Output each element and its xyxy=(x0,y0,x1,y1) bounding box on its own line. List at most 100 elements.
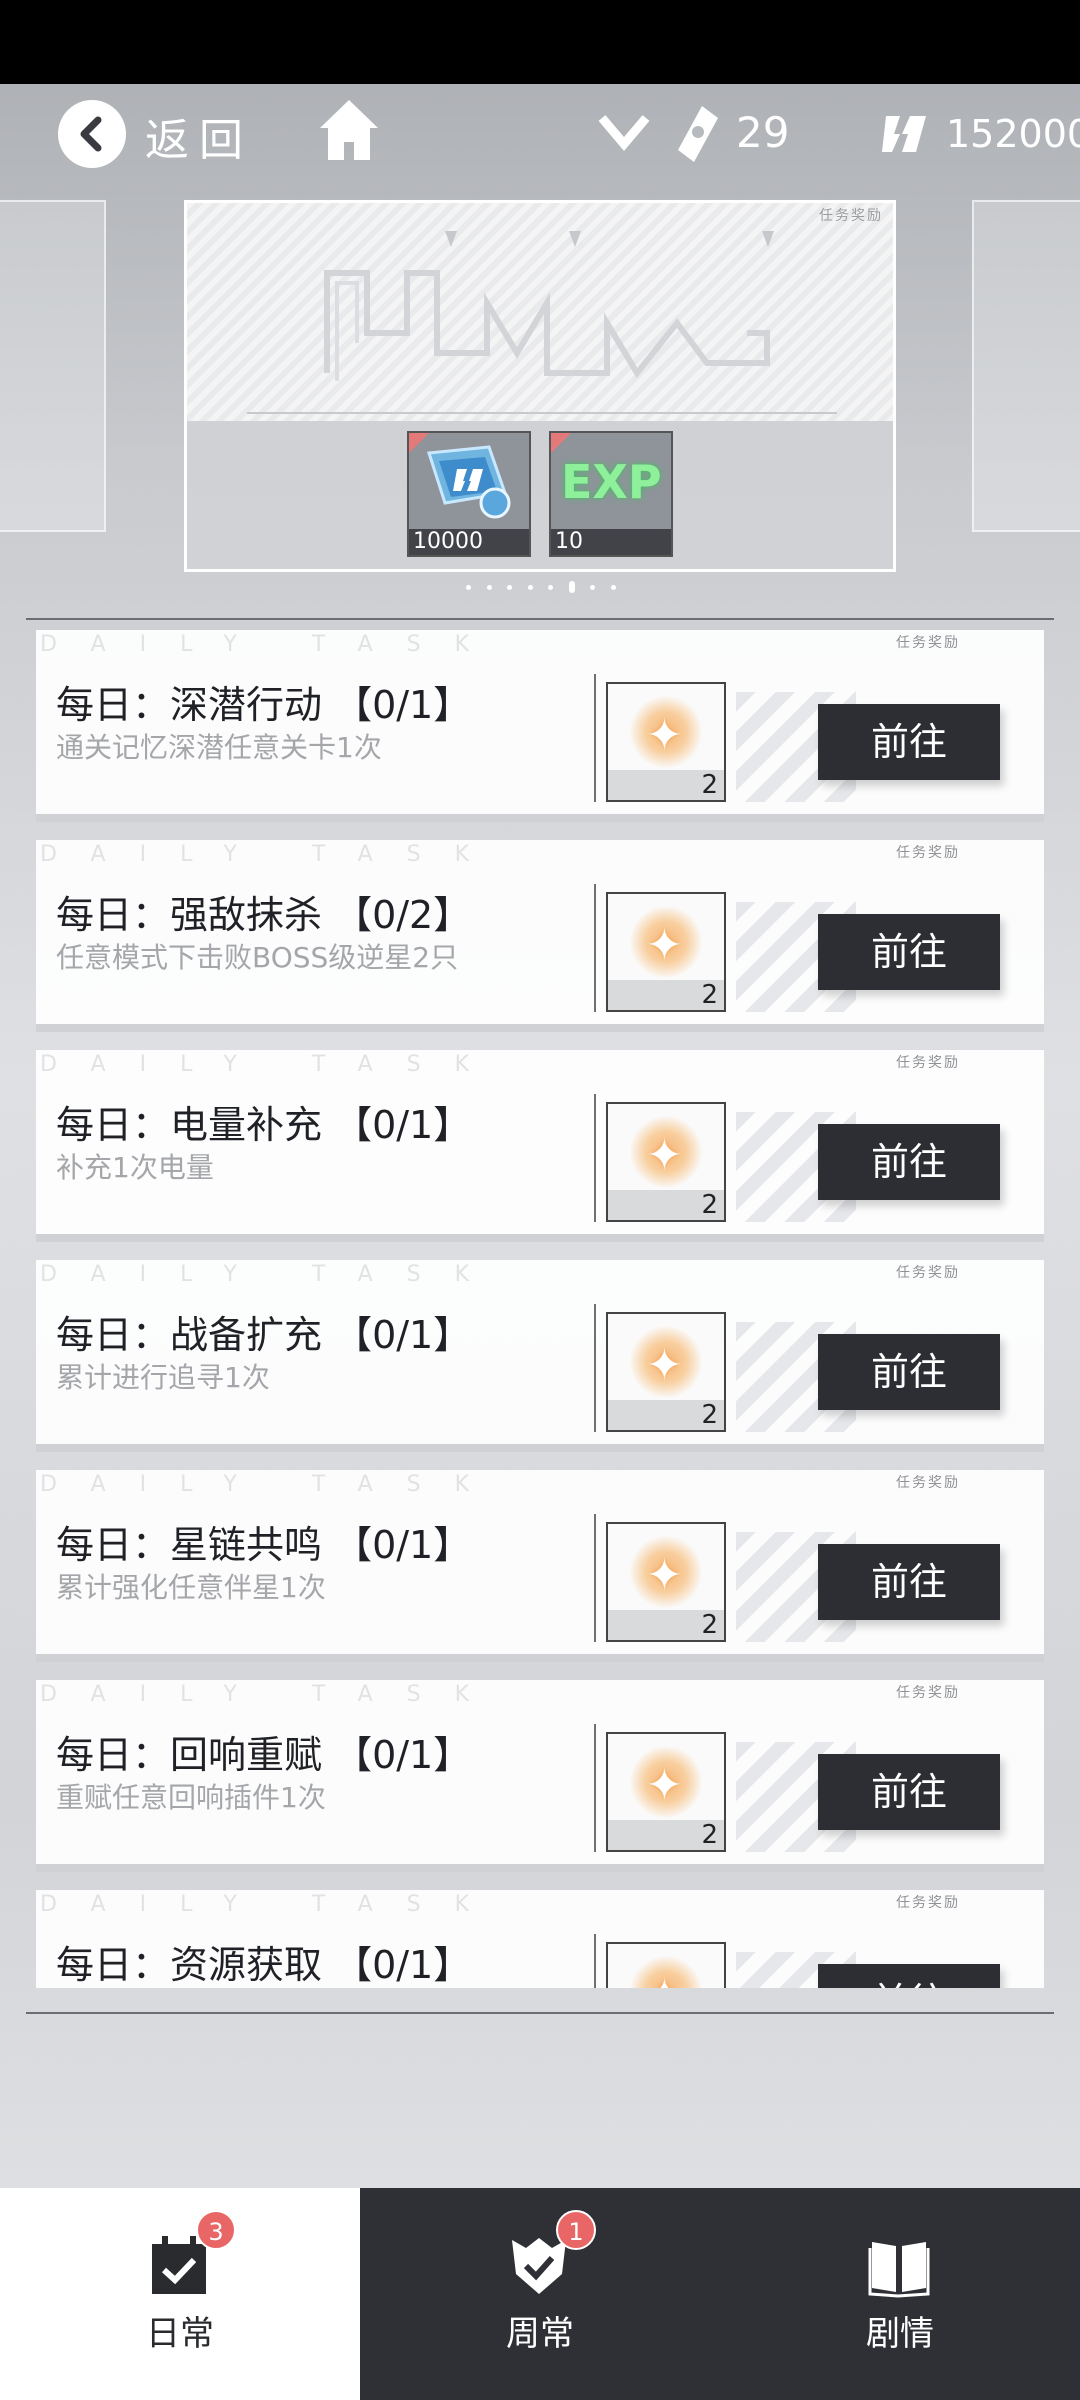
coin-count: 152000 xyxy=(946,112,1080,156)
reward-coin[interactable]: 10000 xyxy=(407,431,531,557)
task-divider xyxy=(594,1724,596,1852)
task-card: DAILY TASK 任务奖励 每日：战备扩充 【0/1】 累计进行追寻1次 ✦… xyxy=(36,1260,1044,1452)
task-card: DAILY TASK 任务奖励 每日：资源获取 【0/1】 ✦ 前往 xyxy=(36,1890,1044,1988)
reward-qty: 2 xyxy=(608,1820,724,1850)
task-title: 每日：资源获取 【0/1】 xyxy=(56,1943,472,1987)
tab-weekly[interactable]: 1 周常 xyxy=(360,2188,720,2400)
back-button[interactable] xyxy=(58,100,126,168)
task-reward-header: 任务奖励 xyxy=(896,1475,960,1491)
task-title: 每日：强敌抹杀 【0/2】 xyxy=(56,893,472,937)
reward-qty: 2 xyxy=(608,1190,724,1220)
go-button[interactable]: 前往 xyxy=(818,1544,1000,1620)
daily-task-watermark: DAILY TASK xyxy=(40,632,504,657)
status-bar xyxy=(0,0,1080,84)
go-button[interactable]: 前往 xyxy=(818,1754,1000,1830)
task-description: 任意模式下击败BOSS级逆星2只 xyxy=(56,941,459,974)
task-divider xyxy=(594,674,596,802)
tab-badge: 1 xyxy=(556,2210,596,2250)
task-card: DAILY TASK 任务奖励 每日：电量补充 【0/1】 补充1次电量 ✦ 2… xyxy=(36,1050,1044,1242)
side-card-previous[interactable] xyxy=(0,200,106,532)
task-description: 通关记忆深潜任意关卡1次 xyxy=(56,731,382,764)
corner-marker xyxy=(409,433,429,453)
task-reward-item[interactable]: ✦ 2 xyxy=(606,1102,726,1222)
task-list[interactable]: DAILY TASK 任务奖励 每日：深潜行动 【0/1】 通关记忆深潜任意关卡… xyxy=(36,630,1044,1988)
sparkle-icon: ✦ xyxy=(646,1760,683,1811)
tab-daily[interactable]: 3 日常 xyxy=(0,2188,360,2400)
task-reward-item[interactable]: ✦ 2 xyxy=(606,892,726,1012)
daily-task-watermark: DAILY TASK xyxy=(40,842,504,867)
pager-dot[interactable] xyxy=(610,584,616,590)
tab-label: 日常 xyxy=(146,2314,214,2354)
task-card: DAILY TASK 任务奖励 每日：星链共鸣 【0/1】 累计强化任意伴星1次… xyxy=(36,1470,1044,1662)
go-button[interactable]: 前往 xyxy=(818,1124,1000,1200)
task-reward-item[interactable]: ✦ xyxy=(606,1942,726,1988)
tab-label: 周常 xyxy=(506,2314,574,2354)
task-card: DAILY TASK 任务奖励 每日：深潜行动 【0/1】 通关记忆深潜任意关卡… xyxy=(36,630,1044,822)
sparkle-icon: ✦ xyxy=(646,1340,683,1391)
top-bar: 返回 29 152000 xyxy=(0,84,1080,188)
reward-exp[interactable]: EXP 10 xyxy=(549,431,673,557)
reward-qty: 2 xyxy=(608,770,724,800)
task-reward-item[interactable]: ✦ 2 xyxy=(606,1522,726,1642)
task-reward-header: 任务奖励 xyxy=(896,1265,960,1281)
tab-label: 剧情 xyxy=(866,2314,934,2354)
chevron-left-icon xyxy=(80,116,102,152)
task-divider xyxy=(594,1934,596,1988)
exp-icon: EXP xyxy=(561,455,662,509)
reward-banner[interactable]: 任务奖励 10000 EXP 10 xyxy=(184,200,896,572)
task-reward-item[interactable]: ✦ 2 xyxy=(606,1732,726,1852)
home-icon[interactable] xyxy=(318,98,380,162)
task-card: DAILY TASK 任务奖励 每日：强敌抹杀 【0/2】 任意模式下击败BOS… xyxy=(36,840,1044,1032)
task-divider xyxy=(594,884,596,1012)
go-button[interactable]: 前往 xyxy=(818,704,1000,780)
list-bottom-divider xyxy=(26,2012,1054,2014)
pager-dot[interactable] xyxy=(507,584,513,590)
task-divider xyxy=(594,1094,596,1222)
reward-qty: 2 xyxy=(608,1400,724,1430)
pager-dot-active[interactable] xyxy=(568,581,575,593)
sparkle-icon: ✦ xyxy=(646,710,683,761)
task-reward-header: 任务奖励 xyxy=(896,635,960,651)
task-description: 累计强化任意伴星1次 xyxy=(56,1571,326,1604)
task-title: 每日：深潜行动 【0/1】 xyxy=(56,683,472,727)
circuit-decoration xyxy=(247,231,837,414)
bottom-nav: 3 日常 1 周常 剧情 xyxy=(0,2188,1080,2400)
banner-label: 任务奖励 xyxy=(819,208,883,224)
tab-badge: 3 xyxy=(196,2210,236,2250)
task-reward-header: 任务奖励 xyxy=(896,1685,960,1701)
task-title: 每日：电量补充 【0/1】 xyxy=(56,1103,472,1147)
task-description: 重赋任意回响插件1次 xyxy=(56,1781,326,1814)
pager-dot[interactable] xyxy=(486,584,492,590)
ticket-count: 29 xyxy=(736,108,790,157)
task-reward-item[interactable]: ✦ 2 xyxy=(606,1312,726,1432)
banner-art: 任务奖励 xyxy=(187,203,893,421)
tab-story[interactable]: 剧情 xyxy=(720,2188,1080,2400)
reward-qty: 2 xyxy=(608,1610,724,1640)
corner-marker xyxy=(551,433,571,453)
daily-task-watermark: DAILY TASK xyxy=(40,1472,504,1497)
go-button[interactable]: 前往 xyxy=(818,1964,1000,1988)
side-card-next[interactable] xyxy=(972,200,1080,532)
reward-qty: 10000 xyxy=(409,529,529,555)
task-reward-item[interactable]: ✦ 2 xyxy=(606,682,726,802)
banner-pager xyxy=(466,580,616,594)
task-card: DAILY TASK 任务奖励 每日：回响重赋 【0/1】 重赋任意回响插件1次… xyxy=(36,1680,1044,1872)
pager-dot[interactable] xyxy=(527,584,533,590)
task-reward-header: 任务奖励 xyxy=(896,1055,960,1071)
task-description: 累计进行追寻1次 xyxy=(56,1361,270,1394)
reward-qty: 2 xyxy=(608,980,724,1010)
go-button[interactable]: 前往 xyxy=(818,1334,1000,1410)
pager-dot[interactable] xyxy=(548,584,554,590)
chevron-down-icon[interactable] xyxy=(596,110,652,154)
task-title: 每日：战备扩充 【0/1】 xyxy=(56,1313,472,1357)
pager-dot[interactable] xyxy=(590,584,596,590)
task-divider xyxy=(594,1304,596,1432)
task-description: 补充1次电量 xyxy=(56,1151,214,1184)
go-button[interactable]: 前往 xyxy=(818,914,1000,990)
back-label[interactable]: 返回 xyxy=(145,104,253,168)
pager-dot[interactable] xyxy=(466,584,471,590)
sparkle-icon: ✦ xyxy=(646,920,683,971)
daily-task-watermark: DAILY TASK xyxy=(40,1052,504,1077)
sparkle-icon: ✦ xyxy=(646,1130,683,1181)
sparkle-icon: ✦ xyxy=(646,1970,683,1988)
